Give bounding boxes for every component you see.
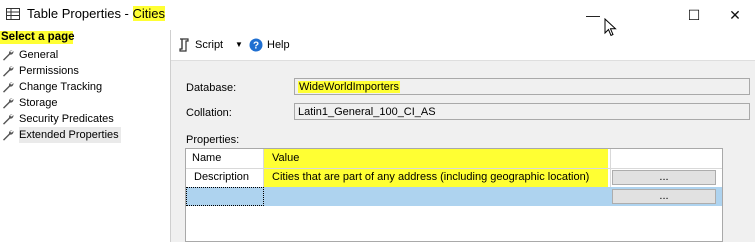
script-dropdown-icon[interactable]: ▼	[235, 40, 243, 49]
database-value: WideWorldImporters	[298, 81, 401, 93]
page-selector-pane: Select a page General Permissions Change…	[0, 30, 171, 242]
table-row[interactable]: Description Cities that are part of any …	[186, 168, 722, 187]
wrench-icon	[3, 82, 14, 93]
database-field[interactable]: WideWorldImporters	[294, 78, 750, 95]
help-icon: ?	[249, 38, 263, 52]
sidebar-item-extended-properties[interactable]: Extended Properties	[2, 127, 121, 143]
properties-label: Properties:	[186, 134, 240, 146]
collation-value: Latin1_General_100_CI_AS	[298, 106, 436, 118]
sidebar-item-label: General	[19, 49, 59, 61]
property-name-cell[interactable]: Description	[194, 170, 249, 185]
toolbar: Script ▼ ? Help	[171, 30, 755, 60]
window-title: Table Properties - Cities	[27, 6, 166, 22]
wrench-icon	[3, 66, 14, 77]
new-row[interactable]: ...	[186, 187, 722, 206]
collation-label: Collation:	[186, 107, 232, 119]
grid-header: Name Value	[186, 149, 722, 169]
close-button[interactable]: ✕	[712, 0, 755, 30]
maximize-button[interactable]: ☐	[671, 0, 717, 30]
svg-text:?: ?	[253, 41, 259, 52]
window-title-prefix: Table Properties -	[27, 6, 133, 21]
column-header-name[interactable]: Name	[192, 151, 221, 166]
script-icon	[179, 38, 189, 52]
script-button-label: Script	[195, 39, 224, 51]
sidebar-item-label: Permissions	[19, 65, 79, 77]
property-value-cell[interactable]: Cities that are part of any address (inc…	[272, 170, 589, 185]
column-header-value[interactable]: Value	[272, 151, 299, 166]
wrench-icon	[3, 98, 14, 109]
value-ellipsis-button[interactable]: ...	[612, 170, 716, 185]
sidebar-item-general[interactable]: General	[2, 47, 58, 63]
sidebar-item-label: Extended Properties	[19, 127, 121, 143]
sidebar-item-label: Change Tracking	[19, 81, 103, 93]
sidebar-item-permissions[interactable]: Permissions	[2, 63, 79, 79]
database-label: Database:	[186, 82, 237, 94]
wrench-icon	[3, 130, 14, 141]
new-row-ellipsis-button[interactable]: ...	[612, 189, 716, 204]
new-row-name-cell[interactable]	[186, 187, 264, 206]
help-button-label: Help	[267, 39, 290, 51]
script-button[interactable]: Script	[177, 37, 223, 53]
sidebar-item-storage[interactable]: Storage	[2, 95, 58, 111]
wrench-icon	[3, 114, 14, 125]
properties-grid[interactable]: Name Value Description Cities that are p…	[185, 148, 723, 242]
select-page-header: Select a page	[0, 31, 75, 44]
sidebar-item-label: Storage	[19, 97, 58, 109]
window-title-table: Cities	[132, 6, 166, 21]
table-icon	[6, 8, 20, 20]
sidebar-item-label: Security Predicates	[19, 113, 114, 125]
wrench-icon	[3, 50, 14, 61]
title-bar: Table Properties - Cities — ☐ ✕	[0, 0, 755, 30]
collation-field[interactable]: Latin1_General_100_CI_AS	[294, 103, 750, 120]
sidebar-item-change-tracking[interactable]: Change Tracking	[2, 79, 102, 95]
help-button[interactable]: ? Help	[249, 37, 290, 53]
sidebar-item-security-predicates[interactable]: Security Predicates	[2, 111, 114, 127]
